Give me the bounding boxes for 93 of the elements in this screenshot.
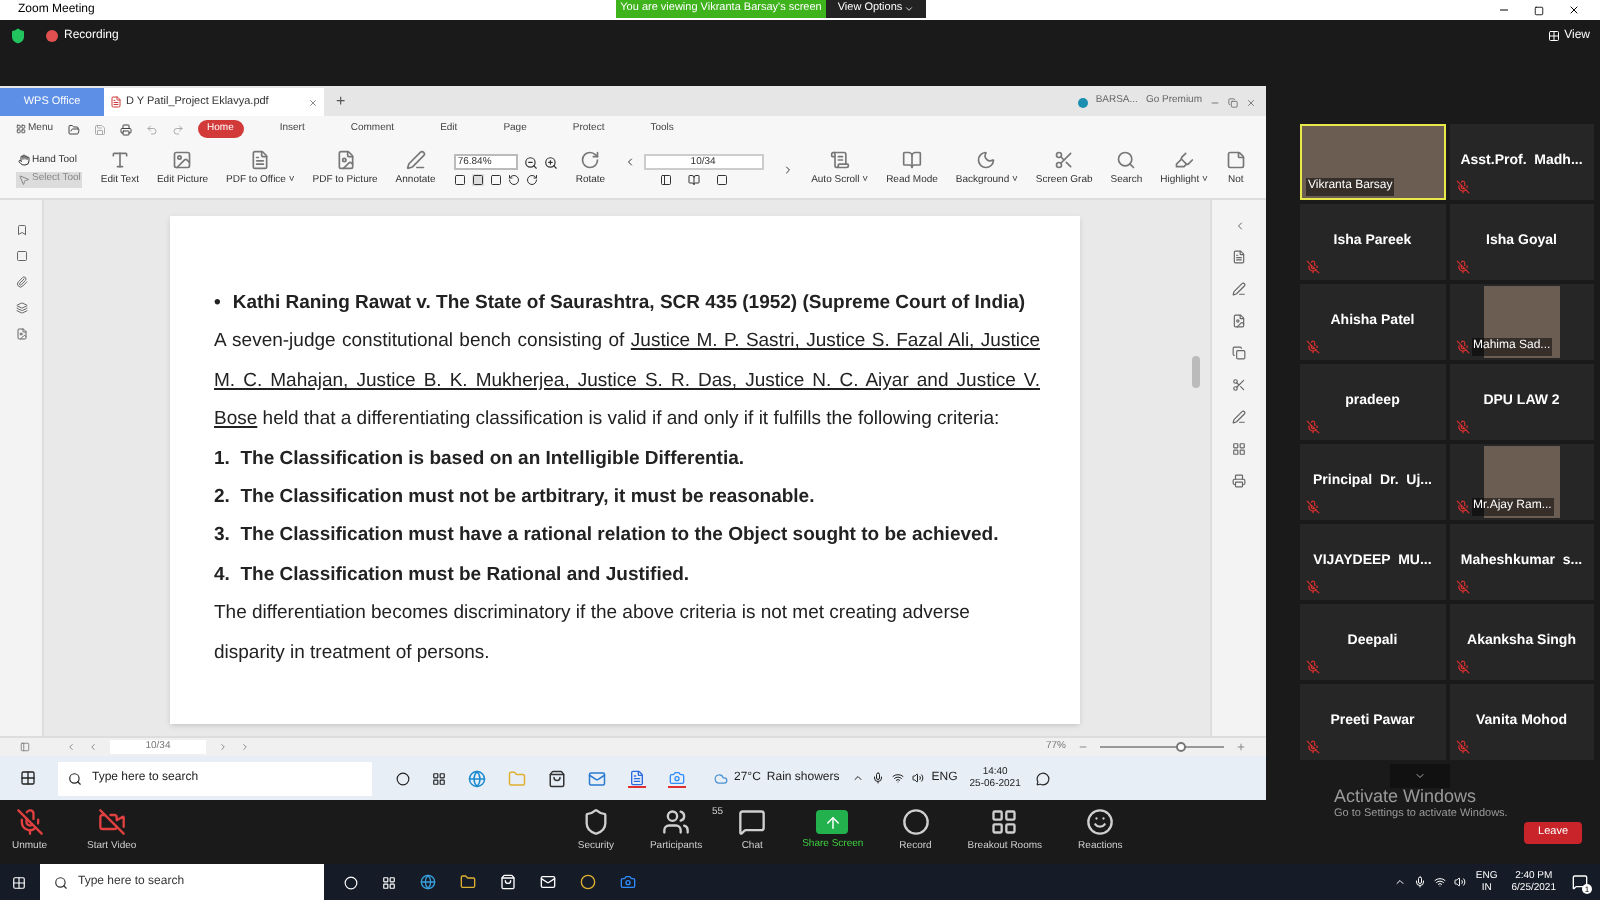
scrollbar-thumb[interactable] <box>1192 356 1200 388</box>
highlighter-icon <box>1174 150 1194 171</box>
criteria-item: 3. The Classification must have a rational relation to the Object sought to be achieved. <box>214 522 1001 551</box>
muted-mic-icon <box>15 808 44 837</box>
folder-icon[interactable] <box>67 123 80 135</box>
previous-page-icon[interactable] <box>623 156 636 168</box>
widgets-icon[interactable] <box>432 771 446 785</box>
grid-icon <box>1548 30 1561 42</box>
zoom-out-icon[interactable] <box>523 155 538 169</box>
scissors-icon[interactable] <box>1232 378 1246 392</box>
text-cursor-icon <box>109 150 130 171</box>
picture-file-icon <box>335 150 356 171</box>
pen-icon <box>405 150 426 171</box>
menu-icon <box>16 124 26 134</box>
widgets-icon[interactable] <box>382 875 396 889</box>
image-icon[interactable] <box>1232 314 1246 328</box>
scroll-icon <box>829 150 850 171</box>
share-screen-icon <box>816 810 849 835</box>
attachment-icon[interactable] <box>15 276 27 288</box>
shield-icon <box>10 28 26 44</box>
print-icon[interactable] <box>119 123 132 135</box>
network-icon <box>1433 876 1446 888</box>
bookmark-icon[interactable] <box>15 224 27 236</box>
sign-icon[interactable] <box>1232 410 1246 424</box>
document-icon <box>250 150 271 171</box>
criteria-item: 4. The Classification must be Rational and Justified. <box>214 561 692 590</box>
restore-icon[interactable] <box>1228 97 1238 107</box>
grid-icon[interactable] <box>1232 442 1246 456</box>
single-page-icon[interactable] <box>659 174 672 186</box>
weather-icon <box>714 771 728 785</box>
rotate-left-icon[interactable] <box>507 174 520 186</box>
image-icon[interactable] <box>15 328 27 340</box>
criteria-item: 2. The Classification must not be artbitrary, it must be reasonable. <box>214 484 817 513</box>
thumbnail-icon[interactable] <box>15 250 27 262</box>
search-icon <box>68 771 82 785</box>
zoom-in-icon[interactable] <box>543 155 558 169</box>
two-page-icon[interactable] <box>687 174 700 186</box>
store-icon[interactable] <box>548 769 566 787</box>
people-icon <box>662 808 691 837</box>
moon-icon <box>976 150 997 171</box>
search-icon <box>54 875 68 889</box>
video-app-icon[interactable] <box>620 874 636 890</box>
paragraph: A seven-judge constitutional bench consisting of Justice M. P. Sastri, Justice S. Fazal Ali, Justice M. C. Mahajan, Justice B. K. Mukherjea, Justice S. R. Das, Justice N. C. Aiyar and Justice V. Bose held that a differentiating classification is valid if and only if it fulfills the following criteria: <box>214 328 1040 435</box>
tray-chevron-icon[interactable] <box>851 772 864 784</box>
smiley-icon <box>1086 808 1115 837</box>
rotate-right-icon[interactable] <box>525 174 538 186</box>
video-app-icon[interactable] <box>668 769 686 787</box>
paragraph: The differentiation becomes discriminatory if the above criteria is not met creating adverse disparity in treatment of persons. <box>214 600 972 668</box>
folder-icon[interactable] <box>460 874 476 890</box>
search-icon <box>1116 150 1137 171</box>
windows-start-icon[interactable] <box>20 770 36 786</box>
notification-icon[interactable] <box>1036 771 1051 785</box>
scissors-icon <box>1054 150 1075 171</box>
avatar-icon <box>1077 97 1088 107</box>
edit-icon[interactable] <box>1232 282 1246 296</box>
copy-icon[interactable] <box>1232 346 1246 360</box>
criteria-item: 1. The Classification is based on an Intelligible Differentia. <box>214 445 747 474</box>
pointer-icon <box>18 173 30 186</box>
picture-icon <box>172 150 193 171</box>
layers-icon[interactable] <box>15 302 27 314</box>
browser-icon[interactable] <box>420 874 436 890</box>
pdf-icon <box>110 96 122 108</box>
record-icon <box>901 808 930 837</box>
network-icon <box>891 772 904 784</box>
close-icon[interactable] <box>1568 4 1580 16</box>
hand-icon <box>18 154 30 167</box>
activation-title: Activate Windows <box>1334 786 1479 806</box>
print-icon[interactable] <box>1232 474 1246 488</box>
note-icon <box>1225 150 1246 171</box>
chevron-down-icon <box>1413 770 1425 782</box>
maximize-icon[interactable] <box>1534 5 1544 15</box>
grid-icon <box>990 808 1019 837</box>
video-off-icon <box>97 808 126 837</box>
caret-icon <box>904 4 915 14</box>
volume-icon <box>1453 876 1466 888</box>
tray-chevron-icon[interactable] <box>1393 876 1406 888</box>
rotate-icon <box>580 150 601 171</box>
shield-icon <box>581 808 610 837</box>
chat-icon <box>738 808 767 837</box>
document-icon[interactable] <box>1232 250 1246 264</box>
mic-icon <box>871 772 884 784</box>
minimize-icon[interactable] <box>1498 4 1510 16</box>
new-tab-button[interactable]: + <box>332 88 350 116</box>
slider-thumb[interactable] <box>1175 742 1186 752</box>
open-book-icon <box>901 150 922 171</box>
task-view-icon[interactable] <box>396 771 410 785</box>
mic-icon <box>1413 876 1426 888</box>
document-app-icon[interactable] <box>628 769 646 787</box>
chevron-right-icon[interactable] <box>781 164 794 176</box>
volume-icon <box>911 772 924 784</box>
panel-icon[interactable] <box>20 742 30 752</box>
browser-icon[interactable] <box>468 769 486 787</box>
case-heading: • Kathi Raning Rawat v. The State of Saurashtra, SCR 435 (1952) (Supreme Court of India) <box>214 290 1028 318</box>
